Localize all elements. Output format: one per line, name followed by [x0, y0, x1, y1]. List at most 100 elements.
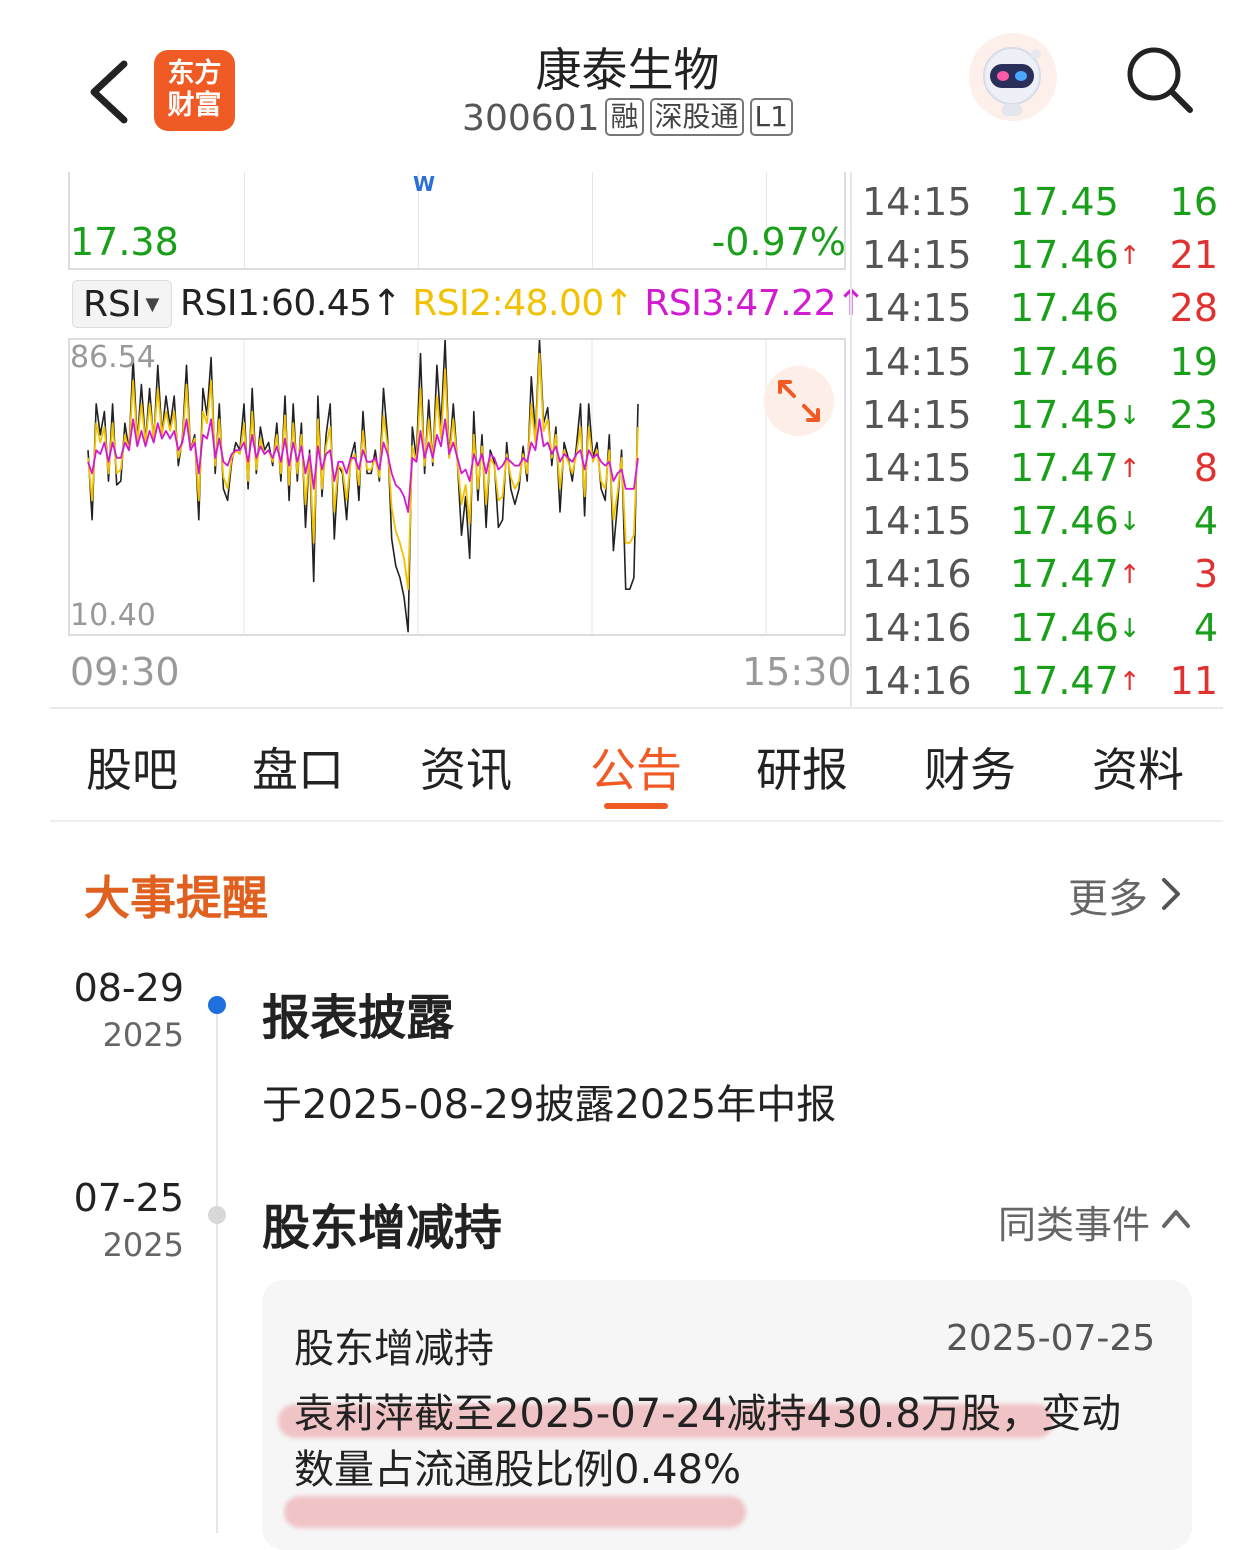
divider — [850, 172, 852, 708]
card-text: 袁莉萍截至2025-07-24减持430.8万股，变动数量占流通股比例0.48% — [294, 1391, 1121, 1493]
tick-time: 14:15 — [862, 392, 972, 437]
expand-chart-button[interactable] — [764, 366, 834, 436]
card-date: 2025-07-25 — [946, 1318, 1156, 1359]
ai-assistant-robot-icon[interactable] — [968, 32, 1058, 122]
tick-row: 14:15 17.46 28 — [862, 282, 1222, 335]
tick-arrow-icon: ↓ — [1118, 507, 1141, 538]
timeline-dot-active — [208, 996, 226, 1014]
tab-guba[interactable]: 股吧 — [86, 734, 178, 800]
tick-volume: 4 — [1193, 499, 1218, 544]
tick-row: 14:15 17.45↓ 23 — [862, 389, 1222, 442]
tick-row: 14:15 17.46 19 — [862, 336, 1222, 389]
caret-down-icon: ▼ — [145, 294, 160, 315]
tick-volume: 21 — [1169, 233, 1218, 278]
event-title[interactable]: 股东增减持 — [262, 1188, 502, 1258]
event-title[interactable]: 报表披露 — [262, 978, 454, 1048]
tick-arrow-icon: ↑ — [1118, 241, 1141, 272]
up-arrow-icon: ↑ — [603, 283, 634, 324]
tick-price: 17.47↑ — [1010, 658, 1141, 703]
tick-row: 14:16 17.47↑ 11 — [862, 655, 1222, 708]
tick-arrow-icon: ↑ — [1118, 560, 1141, 591]
tick-arrow-icon: ↓ — [1118, 400, 1141, 431]
tick-volume: 28 — [1169, 286, 1218, 331]
tick-time: 14:15 — [862, 233, 972, 278]
tick-price: 17.46↓ — [1010, 499, 1141, 544]
tick-row: 14:15 17.47↑ 8 — [862, 442, 1222, 495]
tick-price: 17.46↑ — [1010, 233, 1141, 278]
chevron-right-icon[interactable] — [1158, 876, 1184, 912]
tick-row: 14:15 17.45 16 — [862, 176, 1222, 229]
rsi-chart[interactable] — [68, 338, 846, 636]
tick-time: 14:15 — [862, 180, 972, 224]
tick-volume: 4 — [1193, 605, 1218, 650]
tick-price: 17.46 — [1010, 286, 1119, 331]
tick-row: 14:15 17.46↑ 21 — [862, 229, 1222, 282]
tick-volume: 11 — [1169, 658, 1218, 703]
section-title: 大事提醒 — [84, 871, 268, 925]
time-axis-start: 09:30 — [70, 650, 180, 694]
tick-row: 14:15 17.46↓ 4 — [862, 495, 1222, 548]
tick-time: 14:15 — [862, 446, 972, 490]
event-description: 于2025-08-29披露2025年中报 — [262, 1082, 837, 1128]
tab-research[interactable]: 研报 — [756, 734, 848, 800]
tick-arrow-icon: ↑ — [1118, 666, 1141, 697]
rsi-axis-min: 10.40 — [70, 598, 156, 633]
timeline-line — [216, 1008, 218, 1533]
stock-code-line: 300601 融深股通 L1 — [0, 98, 1255, 139]
tab-news[interactable]: 资讯 — [420, 734, 512, 800]
rsi2-line — [87, 352, 639, 591]
tick-arrow-icon: ↑ — [1118, 454, 1141, 484]
event-date: 07-25 — [73, 1176, 184, 1220]
tick-volume: 23 — [1169, 392, 1218, 437]
tab-announcements[interactable]: 公告 — [590, 734, 682, 800]
divider — [50, 820, 1223, 822]
tab-pankou[interactable]: 盘口 — [252, 734, 344, 800]
up-arrow-icon: ↑ — [371, 283, 402, 324]
tick-row: 14:16 17.47↑ 3 — [862, 548, 1222, 601]
rsi3-value: RSI3:47.22 — [644, 283, 836, 324]
tick-time: 14:16 — [862, 605, 972, 650]
tick-volume: 8 — [1193, 446, 1218, 490]
stock-code: 300601 — [462, 98, 600, 139]
tag-level: L1 — [749, 98, 793, 136]
rsi-axis-max: 86.54 — [70, 340, 156, 375]
more-link[interactable]: 更多 — [1068, 866, 1148, 924]
similar-events-toggle[interactable]: 同类事件 — [998, 1194, 1150, 1249]
expand-icon — [778, 380, 820, 422]
card-title: 股东增减持 — [294, 1326, 494, 1372]
tab-finance[interactable]: 财务 — [924, 734, 1016, 800]
rsi2-value: RSI2:48.00 — [412, 283, 604, 324]
tick-price: 17.45 — [1010, 180, 1119, 224]
time-axis-end: 15:30 — [742, 650, 852, 694]
tag-margin: 融 — [605, 98, 644, 136]
active-tab-indicator — [604, 803, 668, 809]
tick-volume: 16 — [1169, 180, 1218, 224]
tick-price: 17.46 — [1010, 339, 1119, 384]
tick-price: 17.47↑ — [1010, 446, 1141, 490]
indicator-select[interactable]: RSI ▼ — [72, 280, 172, 328]
stock-name: 康泰生物 — [535, 43, 720, 97]
search-icon[interactable] — [1124, 44, 1194, 114]
tick-volume: 19 — [1169, 339, 1218, 384]
tick-price: 17.47↑ — [1010, 552, 1141, 597]
tick-time: 14:15 — [862, 499, 972, 544]
tab-profile[interactable]: 资料 — [1092, 734, 1184, 800]
event-year: 2025 — [102, 1016, 184, 1054]
trade-marker: W — [413, 172, 436, 196]
rsi-values: RSI1:60.45↑ RSI2:48.00↑ RSI3:47.22↑ — [180, 280, 866, 328]
tick-time: 14:15 — [862, 286, 972, 331]
tick-time: 14:15 — [862, 339, 972, 384]
tag-shenzhen-connect: 深股通 — [649, 98, 744, 136]
divider — [50, 707, 1223, 709]
current-price: 17.38 — [70, 220, 179, 264]
tick-time: 14:16 — [862, 552, 972, 597]
event-date: 08-29 — [73, 966, 184, 1010]
change-percent: -0.97% — [711, 220, 846, 264]
tick-row: 14:16 17.46↓ 4 — [862, 602, 1222, 655]
rsi1-value: RSI1:60.45 — [180, 283, 372, 324]
tick-time: 14:16 — [862, 658, 972, 703]
chevron-up-icon[interactable] — [1160, 1206, 1192, 1230]
tick-price: 17.45↓ — [1010, 392, 1141, 437]
indicator-label: RSI — [83, 284, 142, 325]
rsi-plot — [87, 340, 767, 634]
